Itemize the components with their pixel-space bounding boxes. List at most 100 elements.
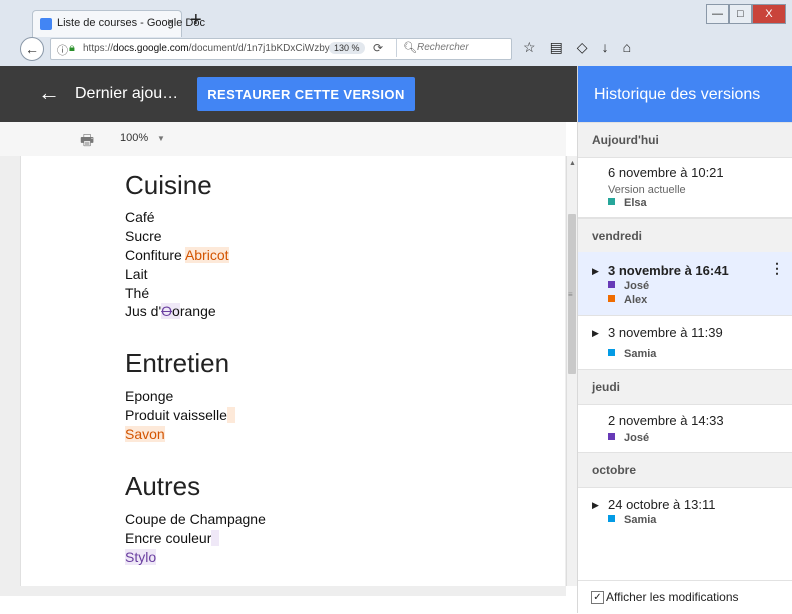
tab-close-icon[interactable]: × [167, 15, 174, 29]
version-item[interactable]: ▶ 3 novembre à 11:39 Samia [578, 316, 792, 372]
group-header: octobre [578, 452, 792, 488]
section-heading: Entretien [125, 348, 230, 378]
added-text: Savon [125, 426, 165, 442]
zoom-select[interactable]: 100% [120, 132, 148, 144]
list-item: Café [125, 209, 155, 225]
browser-toolbar-icons: ☆ ▤ ◇ ↓ ⌂ [523, 39, 631, 56]
list-item: Lait [125, 266, 148, 282]
browser-chrome: Liste de courses - Google Doc × + — □ X … [0, 0, 792, 67]
bookmark-star-icon[interactable]: ☆ [523, 39, 536, 56]
list-item: Stylo [125, 549, 157, 565]
pocket-icon[interactable]: ◇ [577, 39, 588, 56]
color-swatch [608, 295, 615, 302]
download-icon[interactable]: ↓ [602, 39, 609, 56]
version-date: 3 novembre à 11:39 [608, 325, 723, 340]
history-header: Historique des versions [578, 66, 792, 122]
list-item: Jus d'Oorange [125, 303, 216, 319]
color-swatch [608, 281, 615, 288]
list-item: Eponge [125, 388, 174, 404]
color-swatch [608, 198, 615, 205]
author: Alex [608, 294, 647, 306]
list-item: Thé [125, 285, 150, 301]
tab-title: Liste de courses - Google Doc [57, 17, 205, 29]
minimize-button[interactable]: — [706, 4, 729, 24]
version-title: Dernier ajou… [75, 85, 179, 102]
chevron-down-icon[interactable]: ▼ [157, 134, 165, 143]
color-swatch [608, 349, 615, 356]
reload-icon[interactable]: ⟳ [373, 41, 383, 55]
browser-back-button[interactable]: ← [20, 37, 44, 61]
version-date: 24 octobre à 13:11 [608, 497, 716, 512]
author: Elsa [608, 197, 647, 209]
list-item: Savon [125, 426, 165, 442]
group-label: vendredi [592, 229, 643, 243]
close-window-button[interactable]: X [751, 4, 786, 24]
version-history-panel: Historique des versions Aujourd'hui 6 no… [577, 66, 792, 614]
added-text: Stylo [125, 549, 157, 565]
group-header: Aujourd'hui [578, 122, 792, 158]
info-icon[interactable]: ⓘ [57, 42, 68, 58]
author: Samia [608, 348, 656, 360]
group-label: jeudi [592, 380, 621, 394]
page-bottom-margin [0, 596, 577, 613]
show-changes-label: Afficher les modifications [606, 590, 739, 604]
deleted-text: O [161, 303, 173, 319]
added-space [211, 530, 220, 546]
arrow-back-icon[interactable]: ← [38, 80, 60, 106]
window-controls: — □ X [706, 4, 786, 24]
author: José [608, 432, 649, 444]
expand-triangle-icon[interactable]: ▶ [592, 266, 599, 277]
group-header: jeudi [578, 369, 792, 405]
version-date: 2 novembre à 14:33 [608, 413, 724, 428]
author: Samia [608, 514, 656, 526]
version-item[interactable]: ▶ 24 octobre à 13:11 Samia [578, 486, 792, 566]
version-date: 6 novembre à 10:21 [608, 165, 724, 180]
navigation-bar: ← ⓘ 🔒︎ https://docs.google.com/document/… [0, 36, 792, 62]
print-icon[interactable]: 🖶 [80, 130, 94, 155]
new-tab-button[interactable]: + [190, 9, 202, 32]
section-heading: Autres [125, 471, 201, 501]
expand-triangle-icon[interactable]: ▶ [592, 500, 599, 511]
group-label: octobre [592, 463, 637, 477]
reading-list-icon[interactable]: ▤ [550, 39, 563, 56]
added-space [226, 407, 235, 423]
browser-tab[interactable]: Liste de courses - Google Doc × [32, 10, 205, 37]
doc-subtoolbar: 🖶 100% ▼ [0, 122, 566, 157]
lock-icon: 🔒︎ [69, 42, 75, 54]
section-heading: Cuisine [125, 170, 212, 200]
maximize-button[interactable]: □ [728, 4, 752, 24]
version-toolbar: ← Dernier ajou… RESTAURER CETTE VERSION [0, 66, 577, 122]
list-item: Produit vaisselle [125, 407, 235, 423]
restore-version-button[interactable]: RESTAURER CETTE VERSION [197, 77, 415, 111]
search-placeholder: Rechercher [417, 42, 469, 53]
version-date: 3 novembre à 16:41 [608, 263, 729, 278]
list-item: Coupe de Champagne [125, 511, 266, 527]
group-label: Aujourd'hui [592, 133, 659, 147]
home-icon[interactable]: ⌂ [623, 39, 631, 56]
version-item-selected[interactable]: ▶ 3 novembre à 16:41 ⋮ José Alex [578, 252, 792, 316]
list-item: Confiture Abricot [125, 247, 229, 263]
list-item: Sucre [125, 228, 162, 244]
color-swatch [608, 433, 615, 440]
url-text[interactable]: https://docs.google.com/document/d/1n7j1… [83, 43, 347, 54]
author: José [608, 280, 649, 292]
version-item[interactable]: 6 novembre à 10:21 Version actuelle Elsa [578, 156, 792, 218]
color-swatch [608, 515, 615, 522]
show-changes-row[interactable]: ✓ Afficher les modifications [578, 580, 792, 614]
address-bar[interactable]: ⓘ 🔒︎ https://docs.google.com/document/d/… [50, 38, 512, 60]
show-changes-checkbox[interactable]: ✓ [591, 591, 604, 604]
zoom-badge[interactable]: 130 % [329, 42, 365, 54]
version-note: Version actuelle [608, 184, 686, 196]
group-header: vendredi [578, 218, 792, 254]
docs-favicon-icon [40, 18, 52, 30]
document-page [20, 156, 565, 586]
added-text: o [172, 303, 180, 319]
more-vert-icon[interactable]: ⋮ [770, 260, 784, 277]
grip-icon: ≡ [568, 290, 573, 299]
search-box[interactable]: 🔍︎ Rechercher [396, 39, 509, 57]
added-text: Abricot [184, 247, 229, 263]
history-title: Historique des versions [594, 86, 761, 103]
search-icon: 🔍︎ [403, 42, 417, 54]
expand-triangle-icon[interactable]: ▶ [592, 328, 599, 339]
scroll-up-icon[interactable]: ▲ [569, 160, 576, 167]
